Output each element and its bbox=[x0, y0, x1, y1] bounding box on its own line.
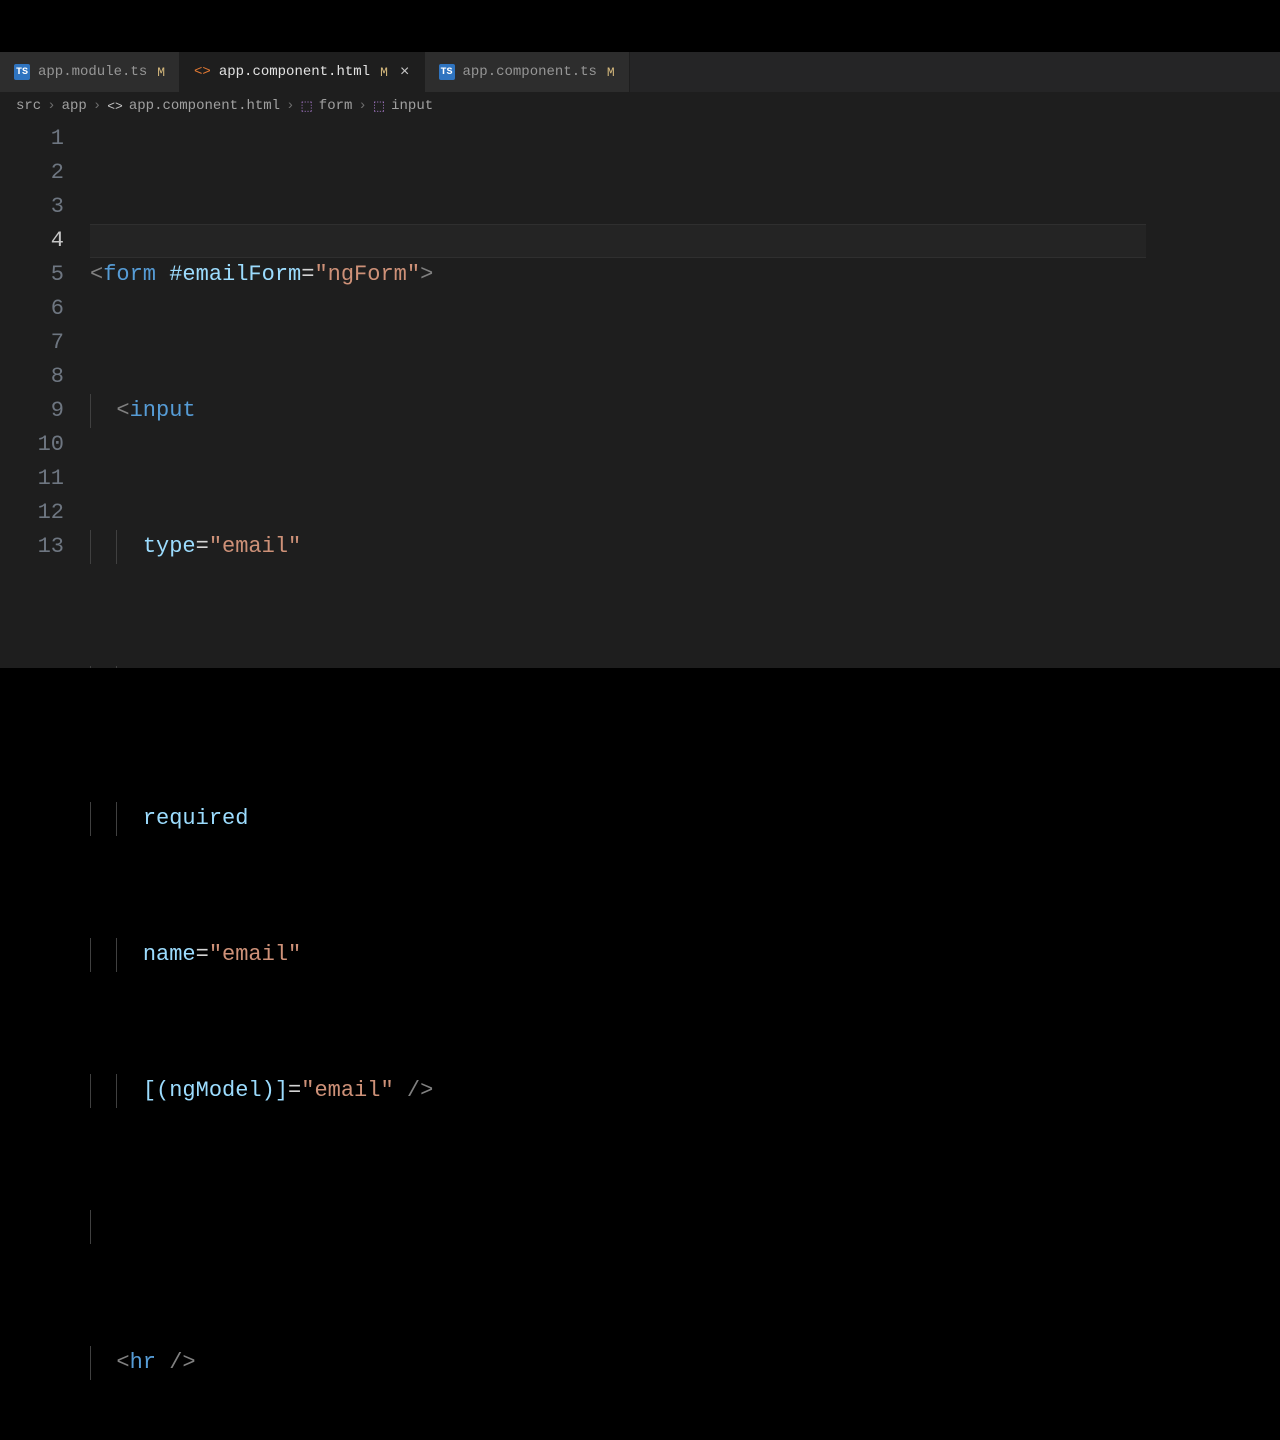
code-line[interactable] bbox=[90, 1210, 1146, 1244]
line-number: 13 bbox=[0, 530, 64, 564]
crumb-symbol[interactable]: form bbox=[319, 98, 353, 114]
crumb-file[interactable]: app.component.html bbox=[129, 98, 280, 114]
line-number: 10 bbox=[0, 428, 64, 462]
chevron-right-icon: › bbox=[93, 98, 101, 114]
ts-icon: TS bbox=[439, 64, 455, 80]
tab-label: app.component.html bbox=[219, 64, 370, 80]
crumb-folder[interactable]: src bbox=[16, 98, 41, 114]
ts-icon: TS bbox=[14, 64, 30, 80]
letterbox-top bbox=[0, 0, 1280, 52]
chevron-right-icon: › bbox=[286, 98, 294, 114]
tab-label: app.component.ts bbox=[463, 64, 597, 80]
crumb-folder[interactable]: app bbox=[62, 98, 87, 114]
tab-app-component-ts[interactable]: TS app.component.ts M bbox=[425, 52, 630, 92]
line-number: 4 bbox=[0, 224, 64, 258]
line-number: 1 bbox=[0, 122, 64, 156]
line-number: 12 bbox=[0, 496, 64, 530]
code-line[interactable]: type="email" bbox=[90, 530, 1146, 564]
line-number: 7 bbox=[0, 326, 64, 360]
code-line[interactable]: <hr /> bbox=[90, 1346, 1146, 1380]
symbol-field-icon: ⬚ bbox=[373, 99, 385, 114]
chevron-right-icon: › bbox=[47, 98, 55, 114]
tab-app-component-html[interactable]: <> app.component.html M × bbox=[180, 52, 424, 92]
line-number: 2 bbox=[0, 156, 64, 190]
close-icon[interactable]: × bbox=[400, 63, 410, 81]
modified-indicator: M bbox=[380, 65, 388, 80]
code-line[interactable]: required bbox=[90, 802, 1146, 836]
line-number-gutter: 1 2 3 4 5 6 7 8 9 10 11 12 13 bbox=[0, 122, 90, 1440]
line-number: 8 bbox=[0, 360, 64, 394]
code-line[interactable]: <form #emailForm="ngForm"> bbox=[90, 258, 1146, 292]
code-area[interactable]: 1 2 3 4 5 6 7 8 9 10 11 12 13 <form #ema… bbox=[0, 120, 1280, 1440]
html-icon: <> bbox=[194, 64, 211, 80]
symbol-field-icon: ⬚ bbox=[301, 99, 313, 114]
tab-label: app.module.ts bbox=[38, 64, 147, 80]
code-content[interactable]: <form #emailForm="ngForm"> <input type="… bbox=[90, 122, 1146, 1440]
code-line[interactable]: name="email" bbox=[90, 938, 1146, 972]
crumb-symbol[interactable]: input bbox=[391, 98, 433, 114]
active-line-highlight bbox=[90, 224, 1146, 258]
letterbox-bottom bbox=[0, 668, 1280, 720]
modified-indicator: M bbox=[607, 65, 615, 80]
chevron-right-icon: › bbox=[358, 98, 366, 114]
modified-indicator: M bbox=[157, 65, 165, 80]
html-icon: <> bbox=[107, 99, 123, 114]
code-line[interactable]: [(ngModel)]="email" /> bbox=[90, 1074, 1146, 1108]
line-number: 3 bbox=[0, 190, 64, 224]
editor-pane: TS app.module.ts M <> app.component.html… bbox=[0, 52, 1280, 668]
tab-app-module[interactable]: TS app.module.ts M bbox=[0, 52, 180, 92]
line-number: 6 bbox=[0, 292, 64, 326]
code-line[interactable]: <input bbox=[90, 394, 1146, 428]
tab-bar: TS app.module.ts M <> app.component.html… bbox=[0, 52, 1280, 92]
line-number: 5 bbox=[0, 258, 64, 292]
line-number: 9 bbox=[0, 394, 64, 428]
line-number: 11 bbox=[0, 462, 64, 496]
breadcrumb[interactable]: src › app › <> app.component.html › ⬚ fo… bbox=[0, 92, 1280, 120]
